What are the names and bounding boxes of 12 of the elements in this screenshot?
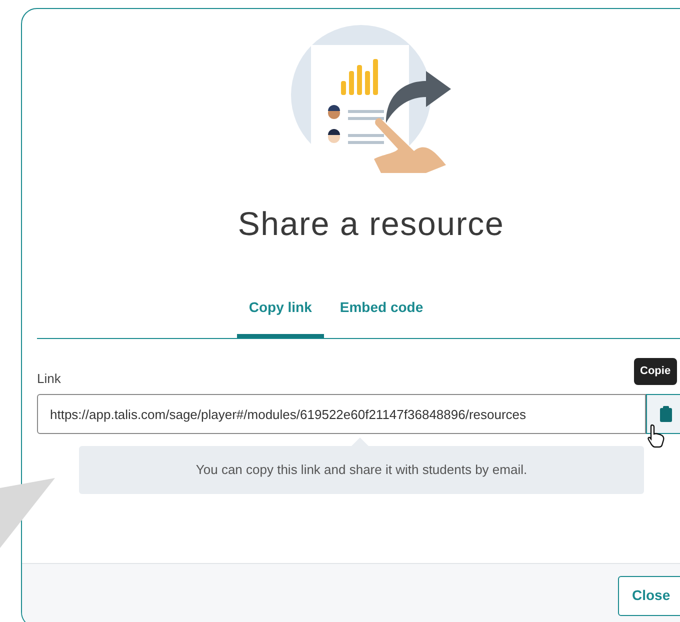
copied-tooltip: Copie	[634, 358, 677, 384]
field-label: Link	[37, 370, 61, 388]
pointer-wedge-drawing	[0, 478, 56, 548]
tab[interactable]: Copy link	[236, 296, 324, 338]
dialog-title: Share a resource	[238, 204, 504, 244]
hand-cursor-icon	[647, 424, 665, 448]
link-field[interactable]: https://app.talis.com/sage/player#/modules/619522e60f21147f36848896/resources	[37, 394, 646, 434]
hint-message: You can copy this link and share it with students by email.	[79, 446, 644, 494]
close-button[interactable]: Close	[618, 576, 680, 616]
tab[interactable]: Embed code	[328, 296, 436, 338]
clipboard-icon	[660, 406, 672, 422]
copy-button[interactable]	[646, 394, 680, 434]
